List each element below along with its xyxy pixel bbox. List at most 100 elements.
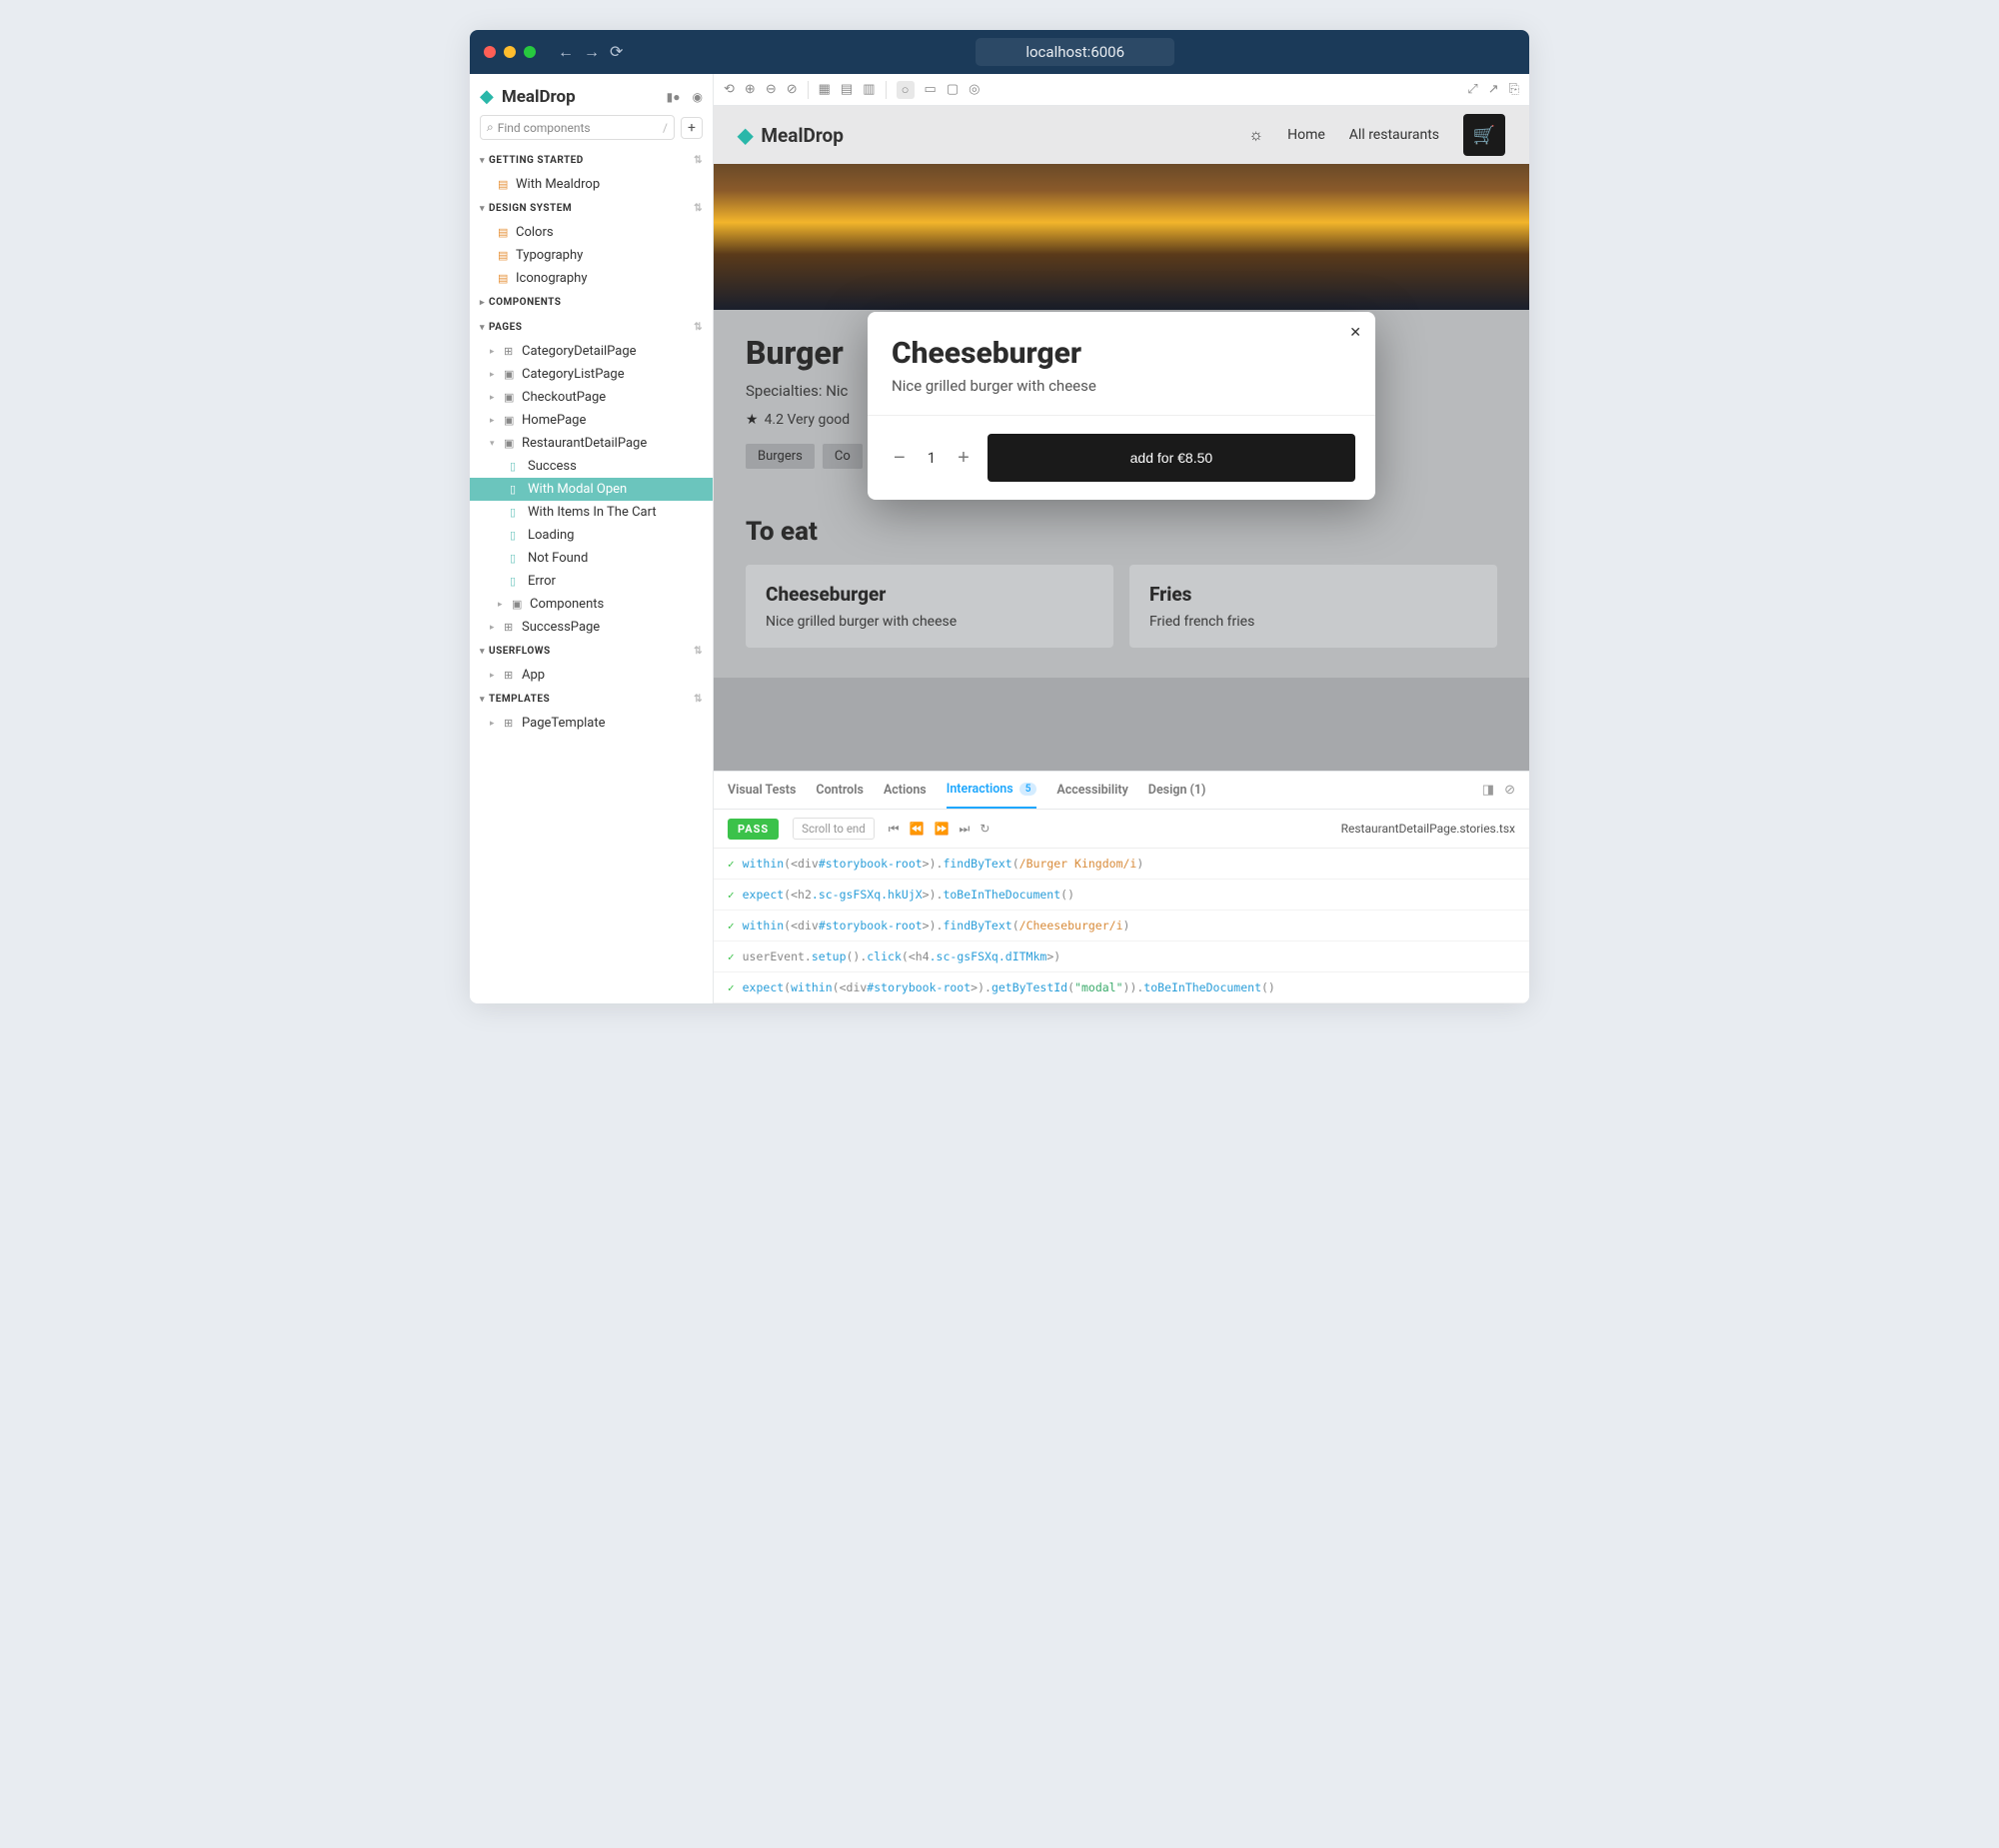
status-dot-icon[interactable]: ◉ <box>693 90 703 104</box>
tests-status-icon[interactable]: ▮● <box>667 90 681 104</box>
browser-window: ← → ⟳ localhost:6006 ◆ MealDrop ▮● ◉ ⌕ F… <box>470 30 1529 1003</box>
sidebar-item-success[interactable]: ▯Success <box>470 455 713 478</box>
chevron-right-icon: ▸ <box>480 298 485 308</box>
background-icon[interactable]: ▦ <box>819 82 831 97</box>
trace-row[interactable]: ✓ userEvent.setup().click(<h4.sc-gsFSXq.… <box>714 941 1529 972</box>
section-templates[interactable]: ▾ Templates ⇅ <box>470 687 713 712</box>
sidebar-item-categorydetailpage[interactable]: ▸⊞CategoryDetailPage <box>470 340 713 363</box>
replay-icon[interactable]: ↻ <box>980 822 990 837</box>
grid-icon[interactable]: ▤ <box>841 82 853 97</box>
viewport-icon[interactable]: ▥ <box>863 82 875 97</box>
theme-toggle-icon[interactable]: ○ <box>897 81 915 99</box>
document-icon: ▤ <box>498 178 510 191</box>
step-forward-icon[interactable]: ⏩ <box>935 822 950 837</box>
modal-title: Cheeseburger <box>892 336 1351 371</box>
scroll-to-end-button[interactable]: Scroll to end <box>793 818 875 840</box>
trace-row[interactable]: ✓ expect(<h2.sc-gsFSXq.hkUjX>).toBeInThe… <box>714 880 1529 911</box>
tab-interactions[interactable]: Interactions 5 <box>947 772 1037 809</box>
sidebar-item-with-modal-open[interactable]: ▯With Modal Open <box>470 478 713 501</box>
url-bar[interactable]: localhost:6006 <box>976 38 1174 66</box>
sidebar-item-restaurantdetailpage[interactable]: ▾▣RestaurantDetailPage <box>470 432 713 455</box>
close-window-button[interactable] <box>484 46 496 58</box>
maximize-window-button[interactable] <box>524 46 536 58</box>
folder-icon: ▣ <box>504 368 516 381</box>
a11y-vision-icon[interactable]: ◎ <box>969 82 980 97</box>
folder-icon: ▣ <box>504 391 516 404</box>
fullscreen-icon[interactable]: ⤢ <box>1467 82 1477 97</box>
forward-button[interactable]: → <box>584 42 600 62</box>
tab-design[interactable]: Design (1) <box>1148 773 1206 808</box>
qty-decrease-button[interactable]: − <box>894 447 906 470</box>
section-components[interactable]: ▸ Components <box>470 290 713 315</box>
zoom-reset-icon[interactable]: ⊘ <box>787 82 798 97</box>
search-input[interactable]: ⌕ Find components / <box>480 115 675 140</box>
tab-controls[interactable]: Controls <box>816 773 864 808</box>
tab-actions[interactable]: Actions <box>884 773 927 808</box>
quantity-stepper: − 1 + <box>888 447 976 470</box>
expand-icon[interactable]: ⇅ <box>694 646 703 657</box>
outline-icon[interactable]: ▢ <box>947 82 959 97</box>
trace-row[interactable]: ✓ within(<div#storybook-root>).findByTex… <box>714 849 1529 880</box>
sidebar-item-categorylistpage[interactable]: ▸▣CategoryListPage <box>470 363 713 386</box>
link-icon[interactable]: ⎘ <box>1509 82 1519 97</box>
sidebar-item-typography[interactable]: ▤Typography <box>470 244 713 267</box>
trace-row[interactable]: ✓ expect(within(<div#storybook-root>).ge… <box>714 972 1529 1003</box>
sidebar-item-checkoutpage[interactable]: ▸▣CheckoutPage <box>470 386 713 409</box>
sidebar-item-loading[interactable]: ▯Loading <box>470 524 713 547</box>
section-pages[interactable]: ▾ Pages ⇅ <box>470 315 713 340</box>
interactions-count-badge: 5 <box>1019 783 1037 796</box>
bookmark-icon: ▯ <box>510 552 522 565</box>
expand-icon[interactable]: ⇅ <box>694 694 703 705</box>
section-getting-started[interactable]: ▾ Getting Started ⇅ <box>470 148 713 173</box>
nav-buttons: ← → ⟳ <box>558 42 623 62</box>
panel-position-icon[interactable]: ◨ <box>1482 783 1494 798</box>
back-button[interactable]: ← <box>558 42 574 62</box>
panel-close-icon[interactable]: ⊘ <box>1504 783 1515 798</box>
check-icon: ✓ <box>728 858 735 871</box>
tab-accessibility[interactable]: Accessibility <box>1056 773 1127 808</box>
sidebar-item-homepage[interactable]: ▸▣HomePage <box>470 409 713 432</box>
sidebar-item-with-items-in-cart[interactable]: ▯With Items In The Cart <box>470 501 713 524</box>
sidebar-item-with-mealdrop[interactable]: ▤ With Mealdrop <box>470 173 713 196</box>
measure-icon[interactable]: ▭ <box>925 82 937 97</box>
check-icon: ✓ <box>728 950 735 963</box>
chevron-right-icon: ▸ <box>490 347 498 357</box>
chevron-down-icon: ▾ <box>480 156 485 166</box>
step-back-icon[interactable]: ⏪ <box>910 822 925 837</box>
sidebar-item-pagetemplate[interactable]: ▸⊞PageTemplate <box>470 712 713 735</box>
addon-tabs: Visual Tests Controls Actions Interactio… <box>714 772 1529 810</box>
reload-button[interactable]: ⟳ <box>610 42 623 62</box>
bookmark-icon: ▯ <box>510 529 522 542</box>
expand-icon[interactable]: ⇅ <box>694 155 703 166</box>
create-button[interactable]: + <box>681 117 703 139</box>
close-modal-button[interactable]: ✕ <box>1349 324 1361 341</box>
sidebar-item-iconography[interactable]: ▤Iconography <box>470 267 713 290</box>
section-design-system[interactable]: ▾ Design System ⇅ <box>470 196 713 221</box>
chevron-down-icon: ▾ <box>480 204 485 214</box>
expand-icon[interactable]: ⇅ <box>694 322 703 333</box>
sidebar-item-rdp-components[interactable]: ▸▣Components <box>470 593 713 616</box>
bookmark-icon: ▯ <box>510 483 522 496</box>
sidebar-item-error[interactable]: ▯Error <box>470 570 713 593</box>
go-end-icon[interactable]: ⏭ <box>960 822 971 837</box>
sidebar-item-colors[interactable]: ▤Colors <box>470 221 713 244</box>
tab-visual-tests[interactable]: Visual Tests <box>728 773 796 808</box>
open-tab-icon[interactable]: ↗ <box>1488 82 1499 97</box>
qty-increase-button[interactable]: + <box>958 447 970 470</box>
sidebar-item-successpage[interactable]: ▸⊞SuccessPage <box>470 616 713 639</box>
sidebar-item-app[interactable]: ▸⊞App <box>470 664 713 687</box>
item-modal: ✕ Cheeseburger Nice grilled burger with … <box>868 312 1375 500</box>
addons-panel: Visual Tests Controls Actions Interactio… <box>714 771 1529 1003</box>
expand-icon[interactable]: ⇅ <box>694 203 703 214</box>
trace-row[interactable]: ✓ within(<div#storybook-root>).findByTex… <box>714 911 1529 941</box>
minimize-window-button[interactable] <box>504 46 516 58</box>
chevron-right-icon: ▸ <box>490 719 498 729</box>
grid-icon: ⊞ <box>504 717 516 730</box>
sidebar-item-not-found[interactable]: ▯Not Found <box>470 547 713 570</box>
zoom-out-icon[interactable]: ⊖ <box>766 82 777 97</box>
section-userflows[interactable]: ▾ Userflows ⇅ <box>470 639 713 664</box>
remount-icon[interactable]: ⟲ <box>724 82 735 97</box>
go-start-icon[interactable]: ⏮ <box>889 822 900 837</box>
add-to-cart-button[interactable]: add for €8.50 <box>988 434 1355 482</box>
zoom-in-icon[interactable]: ⊕ <box>745 82 756 97</box>
